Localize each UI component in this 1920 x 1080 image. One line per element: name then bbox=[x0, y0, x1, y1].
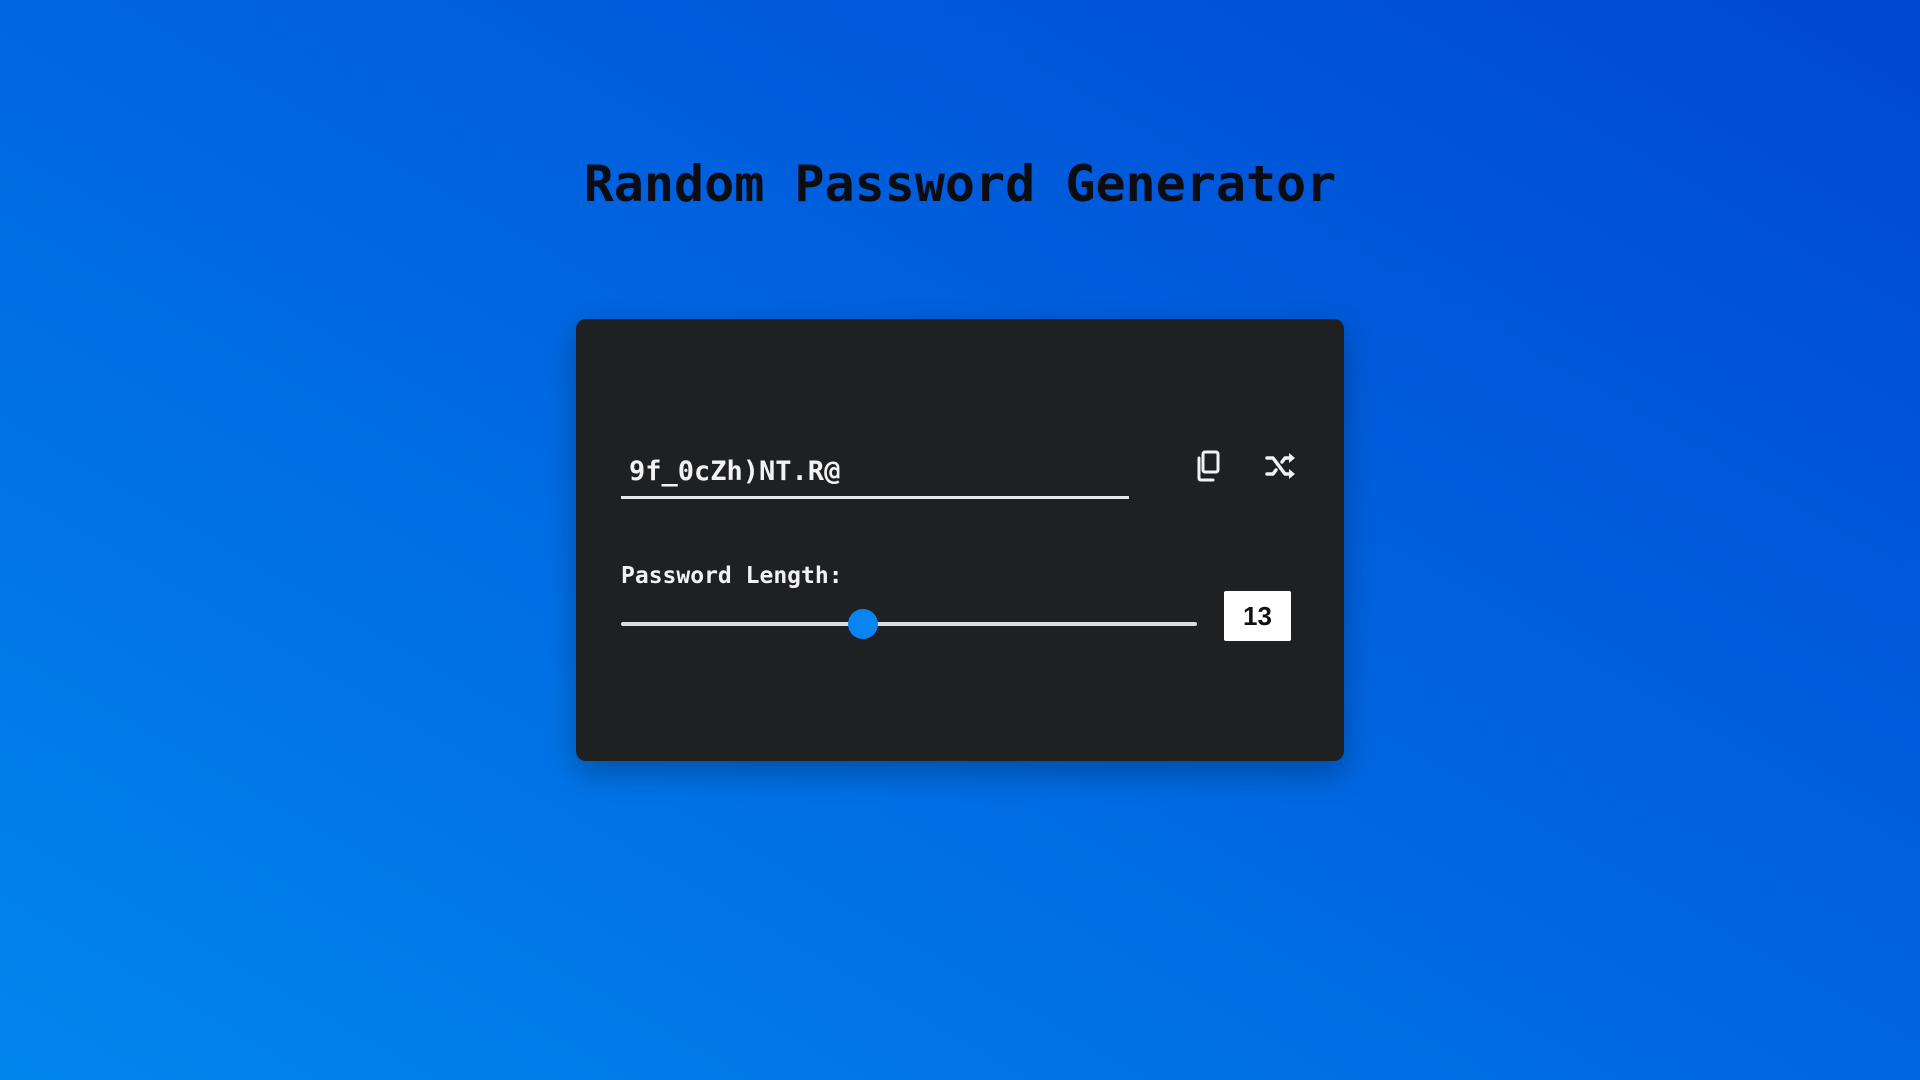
password-length-slider[interactable] bbox=[621, 609, 1197, 639]
password-output-field[interactable] bbox=[621, 439, 1129, 499]
shuffle-button[interactable] bbox=[1261, 447, 1301, 487]
page-title: Random Password Generator bbox=[583, 155, 1337, 213]
password-row bbox=[621, 439, 1301, 499]
slider-track bbox=[621, 622, 1197, 626]
generator-card: Password Length: 13 bbox=[576, 319, 1344, 761]
copy-button[interactable] bbox=[1188, 447, 1228, 487]
copy-icon bbox=[1195, 450, 1221, 485]
slider-thumb[interactable] bbox=[847, 609, 878, 639]
shuffle-icon bbox=[1265, 452, 1297, 483]
password-length-value: 13 bbox=[1224, 591, 1291, 641]
password-length-label: Password Length: bbox=[621, 563, 843, 589]
